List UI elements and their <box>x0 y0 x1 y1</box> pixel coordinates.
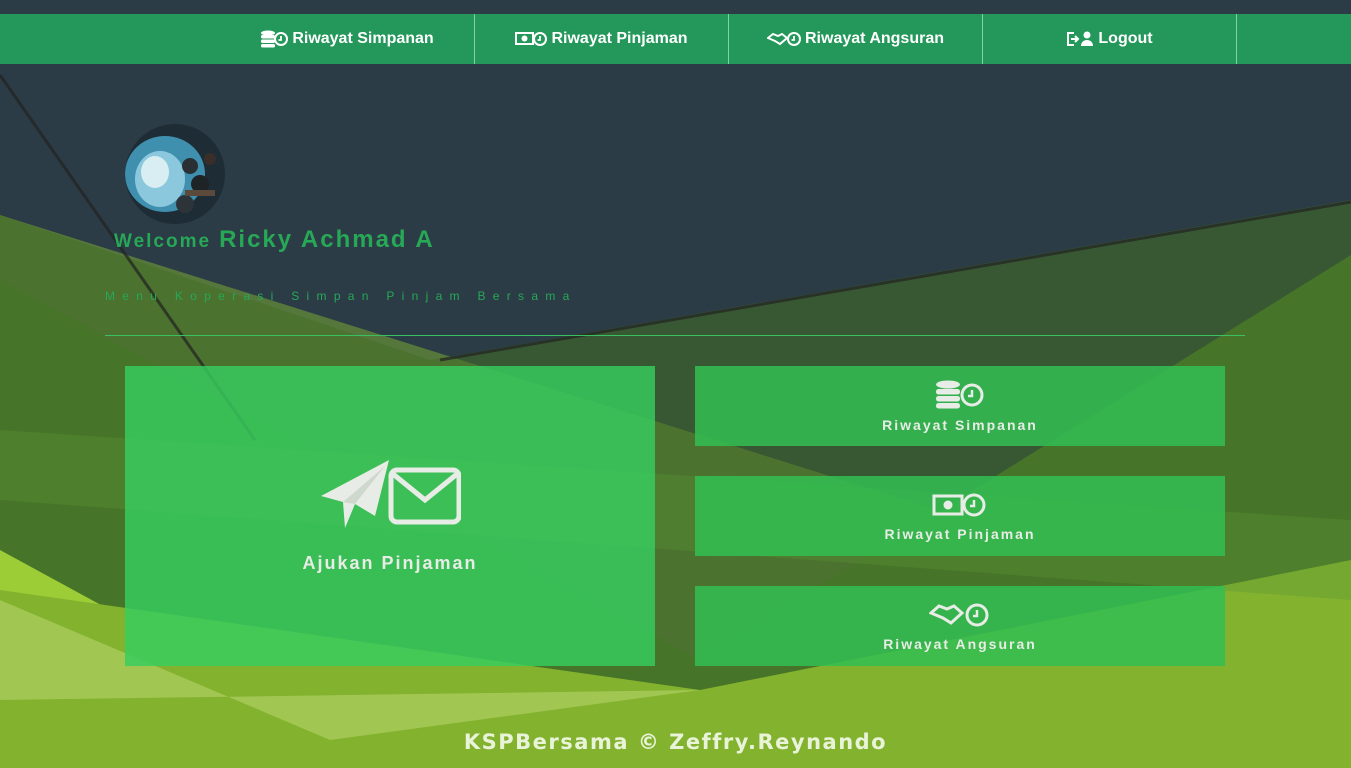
apply-loan-label: Ajukan Pinjaman <box>302 553 478 573</box>
avatar <box>125 124 225 224</box>
loan-history-label: Riwayat Pinjaman <box>884 525 1036 542</box>
nav-label: Logout <box>1098 30 1153 47</box>
nav-riwayat-simpanan[interactable]: Riwayat Simpanan <box>220 14 474 64</box>
money-history-icon <box>515 30 548 48</box>
coins-history-icon <box>260 30 289 48</box>
nav-riwayat-pinjaman[interactable]: Riwayat Pinjaman <box>475 14 728 64</box>
nav-divider <box>1236 14 1237 64</box>
menu-subtitle: Menu Koperasi Simpan Pinjam Bersama <box>105 289 577 303</box>
welcome-prefix: Welcome <box>114 231 212 252</box>
savings-history-label: Riwayat Simpanan <box>882 416 1038 433</box>
installment-history-tile[interactable]: Riwayat Angsuran <box>695 586 1225 666</box>
nav-logout[interactable]: Logout <box>983 14 1236 64</box>
nav-label: Riwayat Angsuran <box>805 30 944 47</box>
handshake-history-icon <box>767 30 801 48</box>
nav-label: Riwayat Simpanan <box>292 30 434 47</box>
apply-loan-tile[interactable]: Ajukan Pinjaman <box>125 366 655 666</box>
logout-user-icon <box>1066 30 1094 48</box>
footer-credit: KSPBersama © Zeffry.Reynando <box>463 730 888 754</box>
loan-history-tile[interactable]: Riwayat Pinjaman <box>695 476 1225 556</box>
installment-history-label: Riwayat Angsuran <box>883 635 1037 652</box>
nav-riwayat-angsuran[interactable]: Riwayat Angsuran <box>729 14 982 64</box>
user-name: Ricky Achmad A <box>219 226 435 253</box>
coins-history-icon <box>934 380 986 415</box>
nav-label: Riwayat Pinjaman <box>551 30 688 47</box>
handshake-history-icon <box>928 601 991 634</box>
savings-history-tile[interactable]: Riwayat Simpanan <box>695 366 1225 446</box>
top-strip <box>0 0 1351 14</box>
welcome-heading: Welcome Ricky Achmad A <box>114 226 435 254</box>
navbar: Riwayat Simpanan Riwayat Pinjaman Riwaya… <box>0 14 1351 64</box>
paper-plane-envelope-icon <box>319 458 462 535</box>
money-history-icon <box>932 491 988 524</box>
divider <box>105 335 1245 336</box>
